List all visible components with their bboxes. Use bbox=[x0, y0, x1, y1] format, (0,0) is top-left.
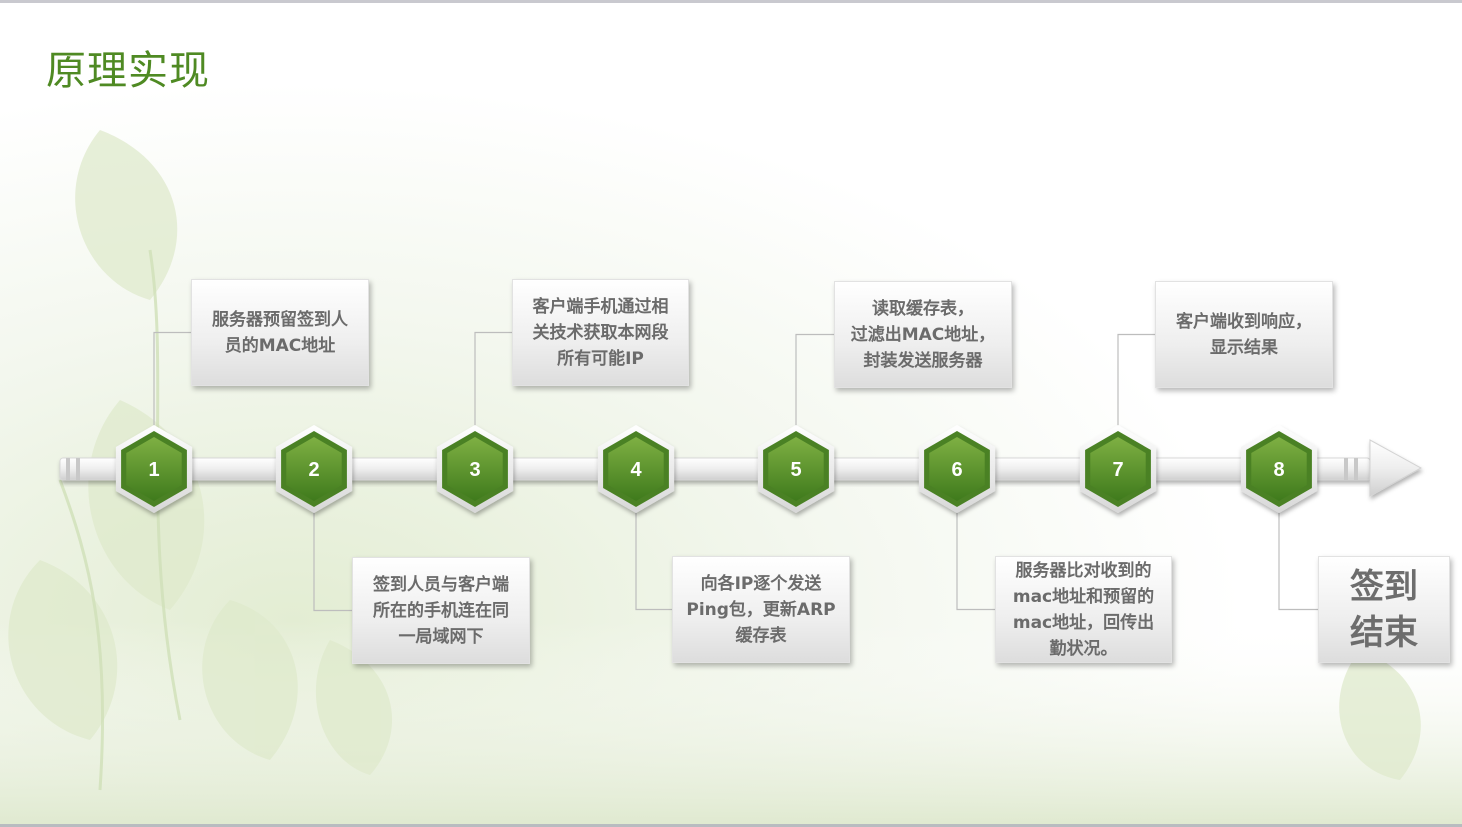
connector-line-7 bbox=[1117, 333, 1155, 429]
step-number: 6 bbox=[951, 459, 962, 481]
step-marker-2: 2 bbox=[275, 425, 353, 513]
step-number: 7 bbox=[1112, 459, 1123, 481]
step-marker-1: 1 bbox=[115, 425, 193, 513]
connector-line-4 bbox=[635, 509, 672, 611]
step-box-1: 服务器预留签到人 员的MAC地址 bbox=[191, 279, 369, 386]
step-box-4: 向各IP逐个发送 Ping包，更新ARP 缓存表 bbox=[672, 556, 850, 663]
step-box-8: 签到 结束 bbox=[1318, 556, 1450, 663]
step-box-3: 客户端手机通过相 关技术获取本网段 所有可能IP bbox=[512, 279, 689, 386]
step-marker-3: 3 bbox=[436, 425, 514, 513]
connector-line-8 bbox=[1278, 509, 1318, 611]
step-marker-6: 6 bbox=[918, 425, 996, 513]
step-number: 3 bbox=[469, 459, 480, 481]
step-marker-7: 7 bbox=[1079, 425, 1157, 513]
timeline-arrowhead bbox=[1369, 439, 1423, 497]
step-text: 签到人员与客户端 所在的手机连在同 一局域网下 bbox=[373, 574, 509, 647]
step-text: 向各IP逐个发送 Ping包，更新ARP 缓存表 bbox=[686, 573, 836, 646]
step-marker-4: 4 bbox=[597, 425, 675, 513]
step-text: 服务器预留签到人 员的MAC地址 bbox=[212, 309, 348, 356]
step-box-6: 服务器比对收到的 mac地址和预留的 mac地址，回传出 勤状况。 bbox=[995, 556, 1172, 663]
step-text: 客户端收到响应， 显示结果 bbox=[1176, 311, 1312, 358]
step-number: 1 bbox=[148, 459, 159, 481]
step-text: 读取缓存表， 过滤出MAC地址， 封装发送服务器 bbox=[850, 298, 996, 371]
step-number: 5 bbox=[790, 459, 801, 481]
connector-line-6 bbox=[956, 509, 995, 611]
connector-line-1 bbox=[153, 331, 191, 429]
connector-line-5 bbox=[795, 333, 834, 429]
step-box-5: 读取缓存表， 过滤出MAC地址， 封装发送服务器 bbox=[834, 281, 1012, 388]
step-box-2: 签到人员与客户端 所在的手机连在同 一局域网下 bbox=[352, 557, 530, 664]
step-box-7: 客户端收到响应， 显示结果 bbox=[1155, 281, 1333, 388]
step-text: 服务器比对收到的 mac地址和预留的 mac地址，回传出 勤状况。 bbox=[1012, 560, 1155, 659]
step-number: 2 bbox=[308, 459, 319, 481]
step-text: 签到 结束 bbox=[1350, 566, 1418, 653]
process-timeline: 1 2 3 4 5 6 7 8 bbox=[59, 331, 1423, 612]
step-marker-5: 5 bbox=[757, 425, 835, 513]
step-number: 4 bbox=[630, 459, 642, 481]
timeline-bar bbox=[59, 439, 1423, 497]
step-marker-8: 8 bbox=[1240, 425, 1318, 513]
step-number: 8 bbox=[1273, 459, 1284, 481]
connector-line-3 bbox=[474, 331, 512, 429]
step-text: 客户端手机通过相 关技术获取本网段 所有可能IP bbox=[532, 296, 669, 369]
connector-line-2 bbox=[313, 509, 352, 612]
